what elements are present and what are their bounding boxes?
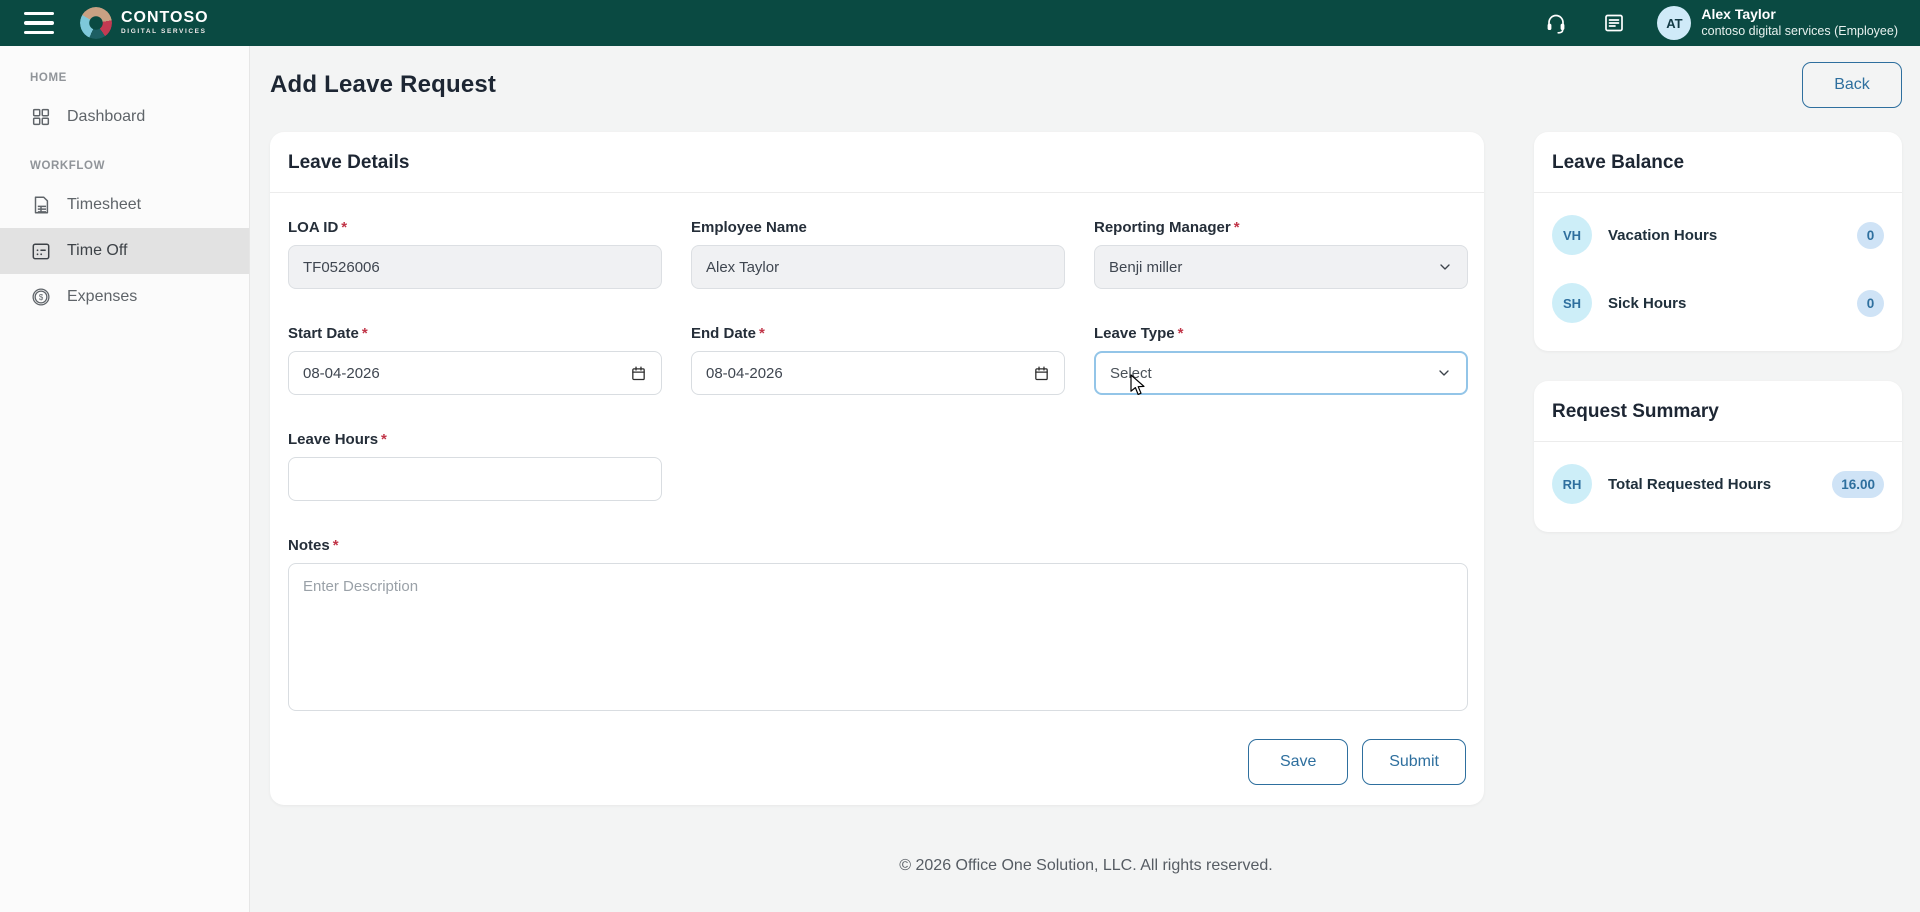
reporting-manager-select[interactable]: Benji miller [1094, 245, 1468, 289]
sidebar-item-label: Expenses [67, 288, 138, 305]
required-marker: * [361, 325, 368, 342]
leave-hours-label: Leave Hours [288, 431, 379, 448]
user-role: contoso digital services (Employee) [1701, 23, 1898, 38]
timesheet-icon [34, 196, 49, 214]
save-button[interactable]: Save [1248, 739, 1349, 785]
brand-logo: CONTOSO DIGITAL SERVICES [80, 7, 209, 39]
leave-details-card: Leave Details LOA ID* Employee Name [270, 132, 1484, 805]
requested-hours-label: Total Requested Hours [1608, 475, 1772, 493]
expenses-icon: $ [32, 288, 50, 306]
loa-id-label: LOA ID [288, 219, 339, 236]
start-date-value: 08-04-2026 [303, 364, 380, 382]
vacation-hours-value: 0 [1857, 221, 1884, 249]
vacation-hours-chip: VH [1552, 215, 1592, 255]
requested-hours-chip: RH [1552, 464, 1592, 504]
chevron-down-icon [1440, 264, 1450, 270]
start-date-label: Start Date [288, 325, 359, 342]
leave-type-label: Leave Type [1094, 325, 1175, 342]
avatar: AT [1657, 6, 1692, 40]
summary-row-total: RH Total Requested Hours 16.00 [1552, 450, 1884, 518]
required-marker: * [332, 537, 339, 554]
sidebar-item-time-off[interactable]: Time Off [0, 228, 249, 274]
sidebar-item-expenses[interactable]: $ Expenses [0, 274, 249, 320]
memo-icon[interactable] [1597, 6, 1631, 40]
hamburger-menu-icon[interactable] [24, 12, 54, 34]
required-marker: * [341, 219, 348, 236]
leave-hours-field-group: Leave Hours * [288, 431, 662, 501]
contoso-logo-icon [80, 7, 112, 39]
end-date-value: 08-04-2026 [706, 364, 783, 382]
request-summary-title: Request Summary [1552, 401, 1719, 422]
reporting-manager-label: Reporting Manager [1094, 219, 1231, 236]
required-marker: * [759, 325, 765, 342]
calendar-icon[interactable] [1033, 365, 1050, 382]
sidebar-item-timesheet[interactable]: Timesheet [0, 182, 249, 228]
notes-label: Notes [288, 537, 330, 554]
notes-field-group: Notes * [288, 537, 1468, 711]
time-off-icon [32, 243, 50, 260]
required-marker: * [1233, 219, 1240, 236]
notes-textarea[interactable] [288, 563, 1468, 711]
end-date-field-group: End Date * 08-04-2026 [691, 325, 1065, 395]
required-marker: * [1177, 325, 1184, 342]
reporting-manager-value: Benji miller [1109, 258, 1183, 276]
sick-hours-chip: SH [1552, 283, 1592, 323]
sidebar-item-label: Timesheet [67, 196, 142, 213]
sidebar-item-dashboard[interactable]: Dashboard [0, 94, 249, 140]
leave-type-value: Select [1110, 364, 1152, 382]
leave-hours-input[interactable] [288, 457, 662, 501]
sidebar-item-label: Dashboard [67, 108, 146, 125]
leave-balance-card: Leave Balance VH Vacation Hours 0 SH Sic… [1534, 132, 1902, 351]
back-button[interactable]: Back [1802, 62, 1902, 108]
chevron-down-icon [1439, 370, 1449, 376]
card-title: Leave Details [288, 152, 410, 173]
sidebar: HOME Dashboard WORKFLOW Timesheet Time O… [0, 46, 250, 912]
employee-name-label: Employee Name [691, 219, 807, 236]
leave-type-select[interactable]: Select [1094, 351, 1468, 395]
user-name: Alex Taylor [1701, 6, 1776, 23]
sick-hours-label: Sick Hours [1608, 294, 1687, 312]
page-title: Add Leave Request [270, 71, 497, 98]
employee-name-field-group: Employee Name [691, 219, 1065, 289]
balance-row-sick: SH Sick Hours 0 [1552, 269, 1884, 337]
start-date-input[interactable]: 08-04-2026 [288, 351, 662, 395]
end-date-label: End Date [691, 325, 757, 342]
user-menu[interactable]: AT Alex Taylor contoso digital services … [1657, 6, 1898, 40]
request-summary-card: Request Summary RH Total Requested Hours… [1534, 381, 1902, 532]
main-content: Add Leave Request Back Leave Details LOA… [250, 46, 1920, 912]
balance-row-vacation: VH Vacation Hours 0 [1552, 201, 1884, 269]
end-date-input[interactable]: 08-04-2026 [691, 351, 1065, 395]
employee-name-input[interactable] [691, 245, 1065, 289]
sidebar-section-workflow: WORKFLOW [30, 160, 106, 172]
brand-name: CONTOSO [121, 9, 209, 27]
sidebar-item-label: Time Off [67, 242, 128, 259]
vacation-hours-label: Vacation Hours [1608, 226, 1718, 244]
top-bar: CONTOSO DIGITAL SERVICES AT Alex Taylor … [0, 0, 1920, 46]
loa-id-field-group: LOA ID * [288, 219, 662, 289]
reporting-manager-field-group: Reporting Manager * Benji miller [1094, 219, 1468, 289]
brand-tagline: DIGITAL SERVICES [121, 28, 207, 36]
leave-balance-title: Leave Balance [1552, 152, 1685, 173]
svg-text:$: $ [39, 293, 44, 302]
requested-hours-value: 16.00 [1832, 470, 1884, 498]
required-marker: * [381, 431, 387, 448]
dashboard-icon [32, 108, 50, 126]
support-headset-icon[interactable] [1539, 6, 1573, 40]
submit-button[interactable]: Submit [1362, 739, 1466, 785]
footer-copyright: © 2026 Office One Solution, LLC. All rig… [899, 857, 1273, 874]
leave-type-field-group: Leave Type * Select [1094, 325, 1468, 395]
sick-hours-value: 0 [1857, 289, 1884, 317]
sidebar-section-home: HOME [30, 72, 67, 84]
loa-id-input[interactable] [288, 245, 662, 289]
calendar-icon[interactable] [630, 365, 647, 382]
start-date-field-group: Start Date * 08-04-2026 [288, 325, 662, 395]
